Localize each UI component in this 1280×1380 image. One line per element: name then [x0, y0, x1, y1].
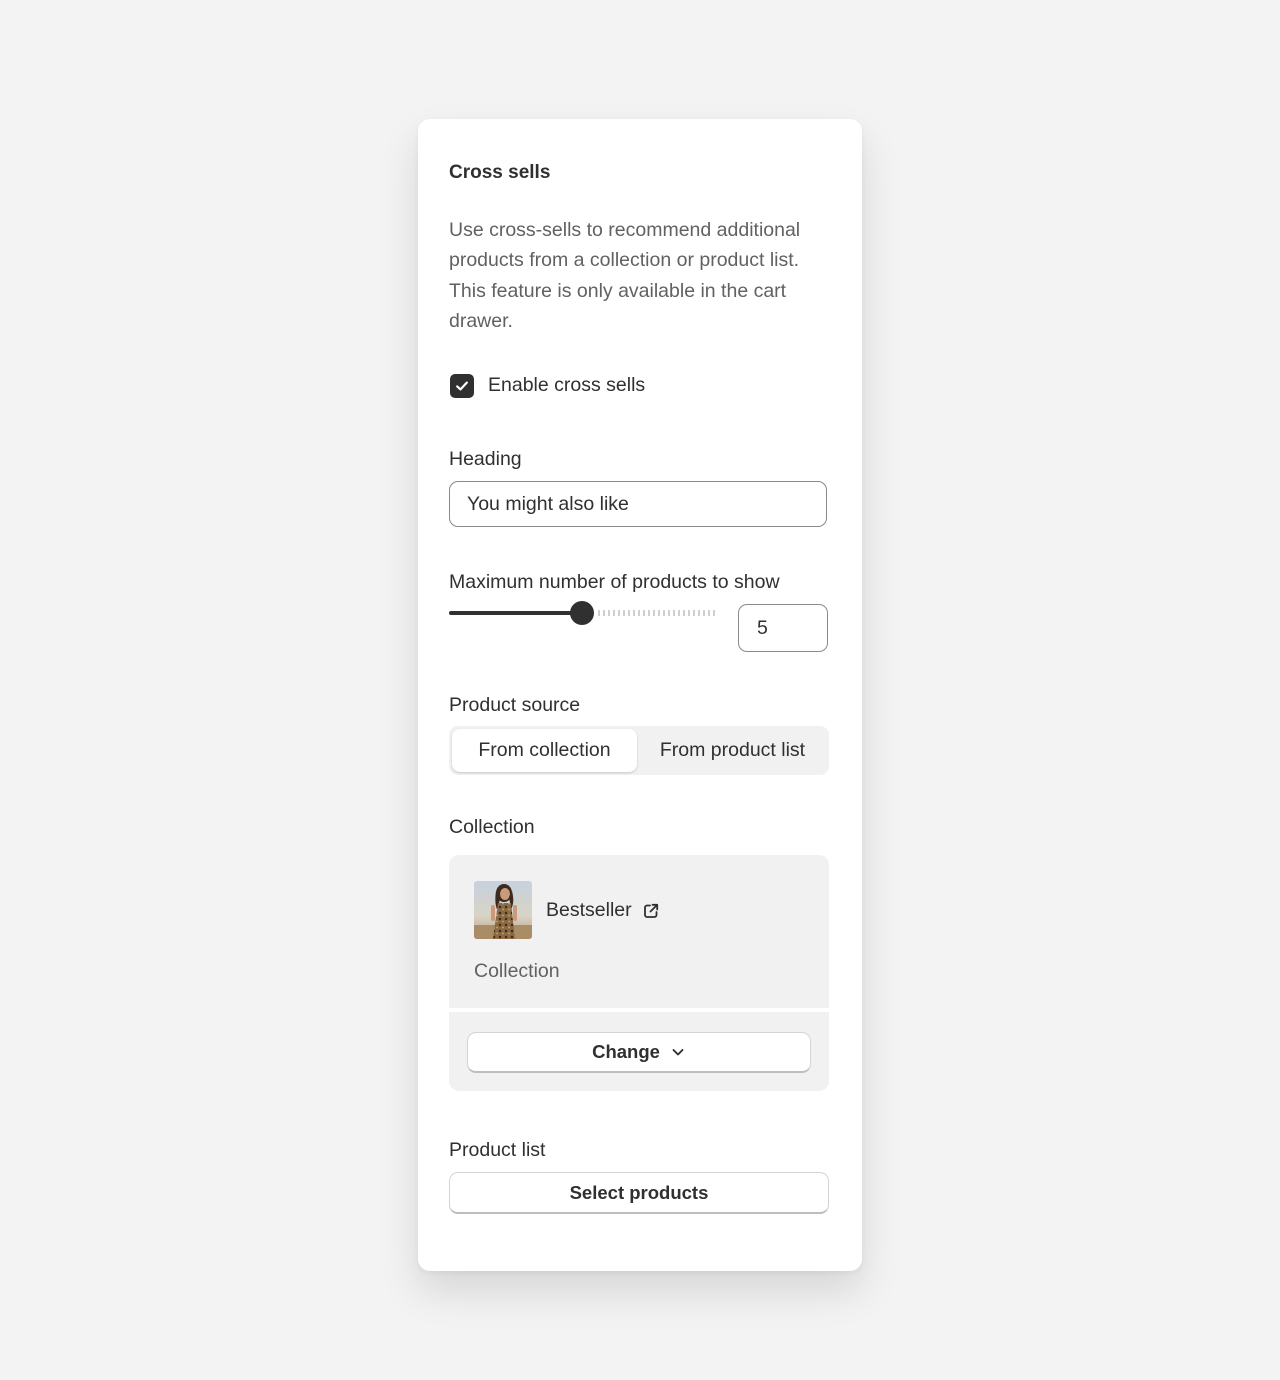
select-products-button[interactable]: Select products — [449, 1172, 829, 1214]
product-list-label: Product list — [449, 1139, 546, 1161]
cross-sells-panel: Cross sells Use cross-sells to recommend… — [418, 119, 862, 1271]
panel-description: Use cross-sells to recommend additional … — [449, 219, 801, 332]
collection-type: Collection — [474, 960, 560, 982]
collection-card: Bestseller Collection Change — [449, 855, 829, 1091]
select-products-label: Select products — [569, 1181, 709, 1203]
enable-cross-sells-checkbox[interactable] — [450, 374, 474, 398]
change-button-label: Change — [592, 1041, 660, 1062]
product-source-segmented-control: From collection From product list — [449, 726, 829, 775]
slider-track-rest — [598, 610, 715, 616]
max-products-number-input[interactable]: 5 — [738, 604, 828, 652]
heading-input[interactable]: You might also like — [449, 481, 827, 527]
collection-label: Collection — [449, 816, 535, 838]
slider-fill — [449, 611, 582, 615]
heading-label: Heading — [449, 448, 522, 470]
source-option-product-list[interactable]: From product list — [639, 729, 826, 772]
heading-input-value: You might also like — [467, 492, 629, 515]
collection-card-divider — [449, 1008, 829, 1012]
chevron-down-icon — [672, 1049, 684, 1056]
external-link-icon[interactable] — [642, 902, 660, 920]
enable-cross-sells-label[interactable]: Enable cross sells — [488, 374, 645, 397]
collection-thumbnail — [474, 881, 532, 939]
slider-thumb[interactable] — [570, 601, 594, 625]
max-products-label: Maximum number of products to show — [449, 571, 780, 593]
product-source-label: Product source — [449, 694, 581, 716]
collection-name: Bestseller — [546, 899, 632, 921]
max-products-value: 5 — [757, 616, 768, 639]
source-option-collection[interactable]: From collection — [452, 729, 637, 772]
panel-title: Cross sells — [449, 162, 551, 183]
max-products-slider[interactable] — [449, 601, 715, 625]
collection-name-link[interactable]: Bestseller — [546, 899, 660, 922]
checkmark-icon — [456, 381, 468, 391]
change-collection-button[interactable]: Change — [467, 1032, 811, 1073]
